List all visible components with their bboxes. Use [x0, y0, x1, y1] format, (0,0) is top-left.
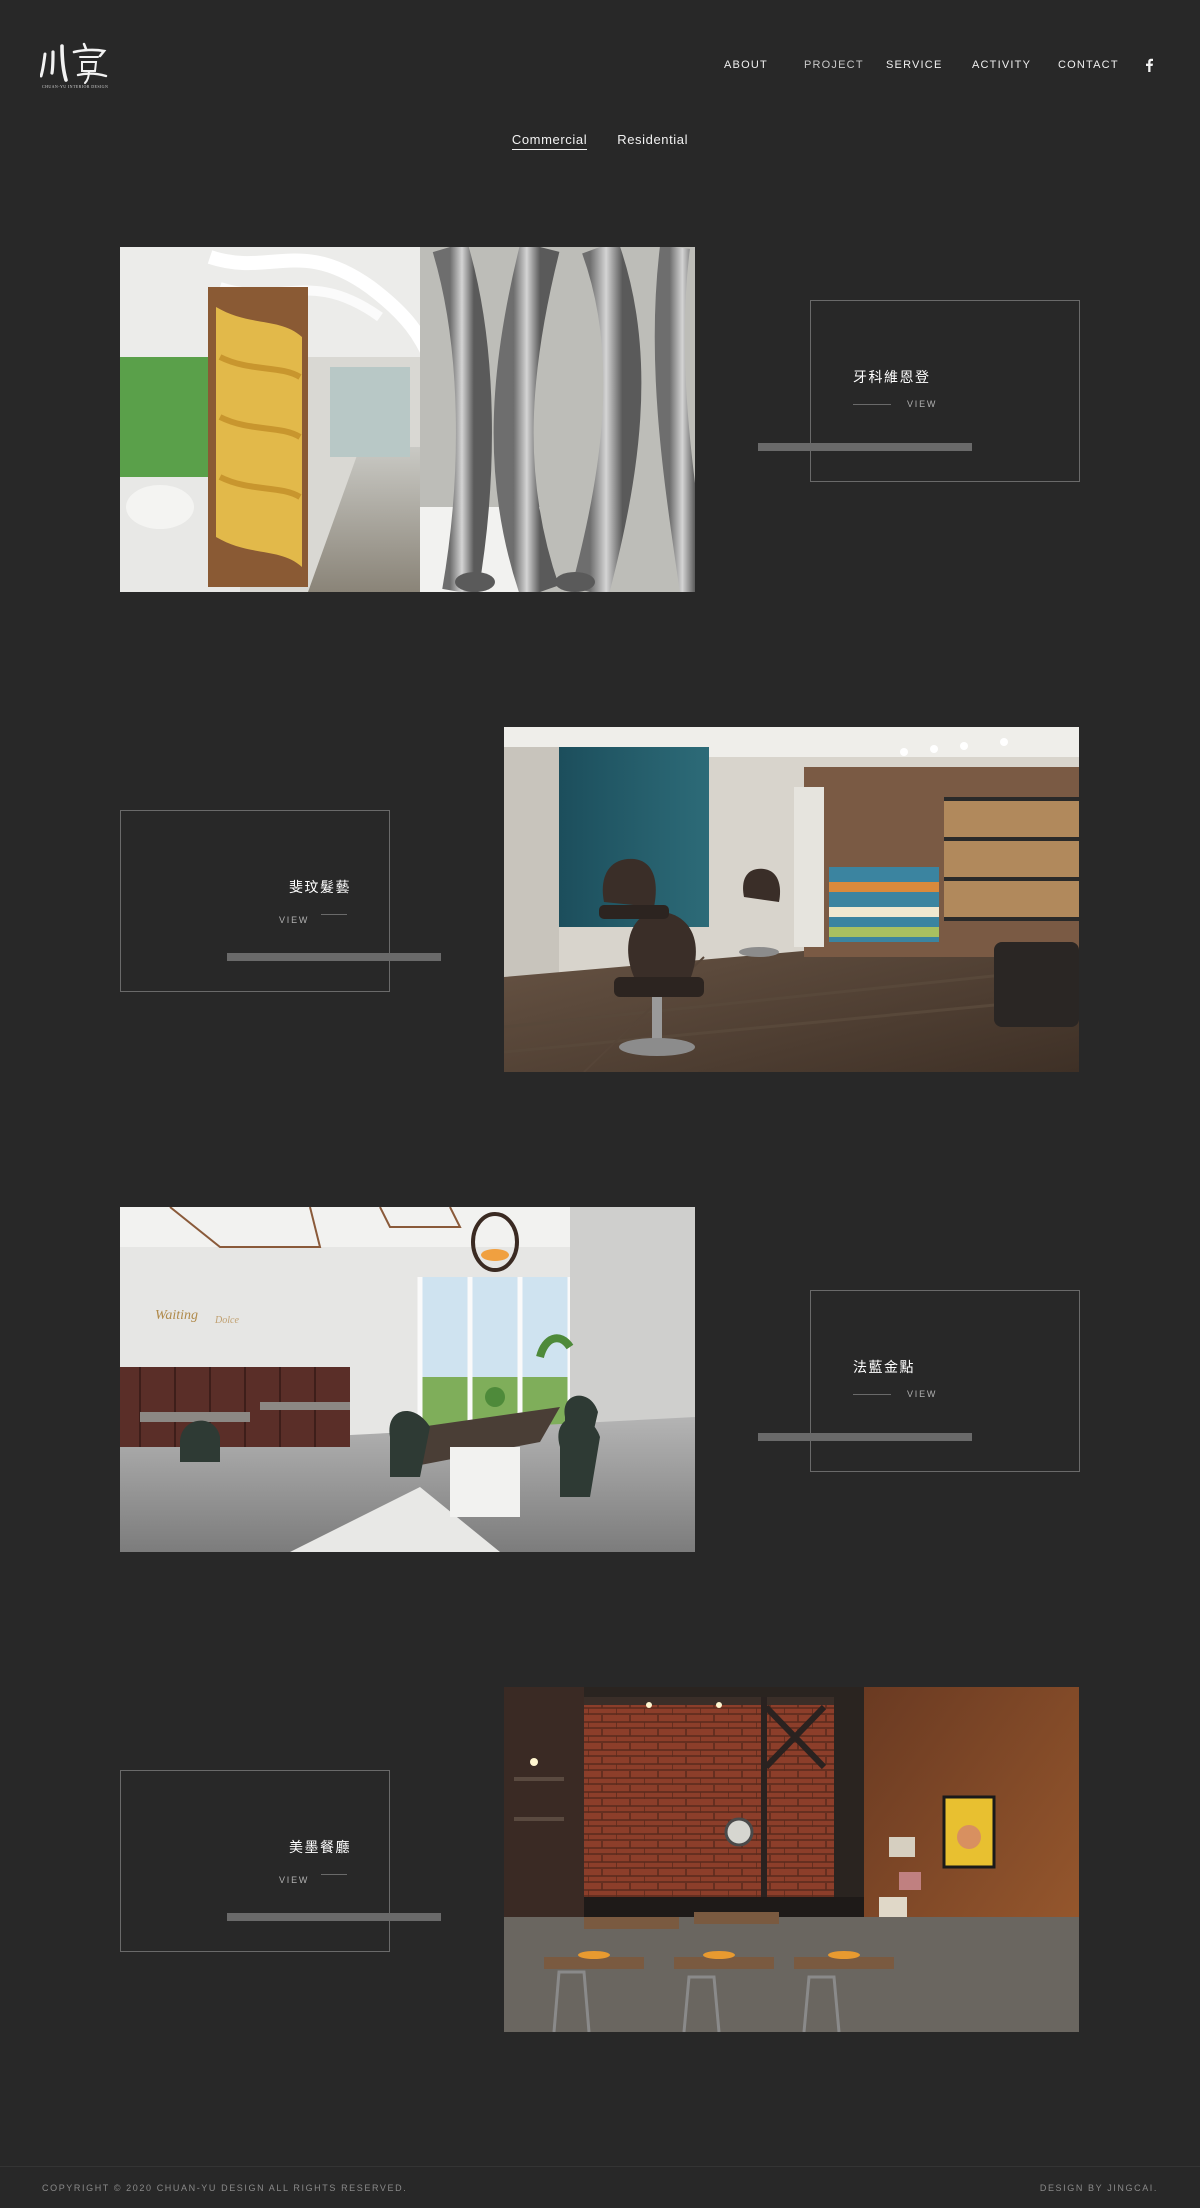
site-logo[interactable]: CHUAN-YU INTERIOR DESIGN	[40, 40, 112, 94]
card-divider	[321, 914, 347, 915]
tab-commercial[interactable]: Commercial	[511, 132, 588, 150]
svg-text:Waiting: Waiting	[155, 1308, 198, 1323]
footer-divider	[0, 2166, 1200, 2167]
card-divider	[853, 1394, 891, 1395]
logo-calligraphy-icon	[40, 42, 108, 84]
nav-label: SERVICE	[886, 59, 943, 71]
project-title: 牙科維恩登	[853, 369, 931, 385]
card-divider	[321, 1874, 347, 1875]
main-nav: ABOUT PROJECT SERVICE ACTIVITY CONTACT	[724, 46, 1154, 90]
nav-item-project[interactable]: PROJECT	[804, 46, 863, 90]
project-card[interactable]: 牙科維恩登 VIEW	[810, 300, 1080, 482]
card-divider	[853, 404, 891, 405]
nav-item-contact[interactable]: CONTACT	[1058, 59, 1118, 71]
dental-clinic-corridor-photo[interactable]	[120, 247, 695, 592]
nav-item-activity[interactable]: ACTIVITY	[972, 59, 1030, 71]
project-title: 斐玟髮藝	[289, 879, 351, 895]
nav-label: PROJECT	[804, 59, 864, 71]
category-tabs: Commercial Residential	[0, 132, 1200, 150]
nav-item-service[interactable]: SERVICE	[886, 59, 941, 71]
nav-label: ABOUT	[724, 59, 768, 71]
view-link[interactable]: VIEW	[279, 1875, 309, 1885]
view-link[interactable]: VIEW	[907, 1389, 937, 1399]
cafe-dining-room-photo[interactable]: Waiting Dolce	[120, 1207, 695, 1552]
view-link[interactable]: VIEW	[907, 399, 937, 409]
project-card[interactable]: 斐玟髮藝 VIEW	[120, 810, 390, 992]
restaurant-brick-wall-photo[interactable]	[504, 1687, 1079, 2032]
project-title: 美墨餐廳	[289, 1839, 351, 1855]
svg-text:Dolce: Dolce	[214, 1315, 239, 1326]
nav-label: ACTIVITY	[972, 59, 1032, 71]
tab-residential[interactable]: Residential	[617, 132, 688, 150]
nav-item-about[interactable]: ABOUT	[724, 59, 768, 71]
project-title: 法藍金點	[853, 1359, 915, 1375]
footer-credit[interactable]: DESIGN BY JINGCAI.	[1040, 2183, 1158, 2193]
hair-salon-interior-photo[interactable]	[504, 727, 1079, 1072]
facebook-icon[interactable]	[1144, 58, 1154, 72]
view-link[interactable]: VIEW	[279, 915, 309, 925]
footer-copyright: COPYRIGHT © 2020 CHUAN-YU DESIGN ALL RIG…	[42, 2183, 408, 2193]
accent-bar	[227, 953, 441, 961]
project-card[interactable]: 美墨餐廳 VIEW	[120, 1770, 390, 1952]
accent-bar	[227, 1913, 441, 1921]
project-card[interactable]: 法藍金點 VIEW	[810, 1290, 1080, 1472]
logo-subtitle: CHUAN-YU INTERIOR DESIGN	[42, 84, 109, 89]
project-page: CHUAN-YU INTERIOR DESIGN ABOUT PROJECT S…	[0, 0, 1200, 2208]
accent-bar	[758, 443, 972, 451]
nav-label: CONTACT	[1058, 59, 1119, 71]
accent-bar	[758, 1433, 972, 1441]
